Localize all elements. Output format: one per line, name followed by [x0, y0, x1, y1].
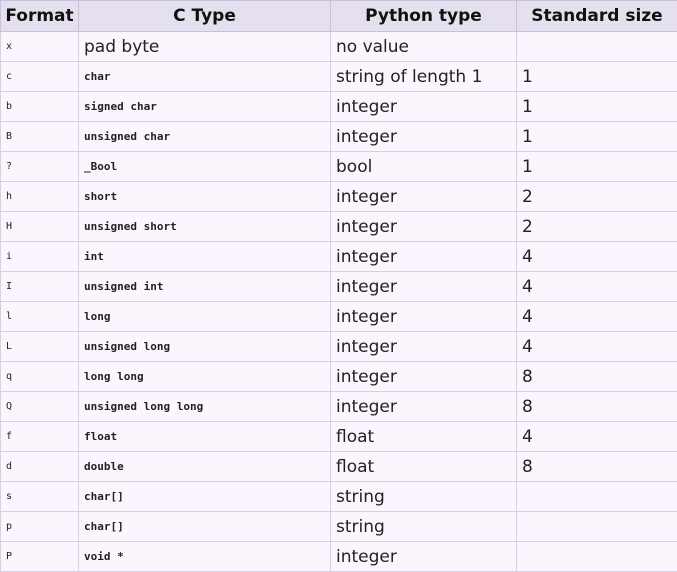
header-python-type: Python type [331, 1, 517, 32]
table-row: p char[] string [1, 512, 677, 542]
standard-size-cell: 8 [517, 392, 677, 422]
table-row: f float float 4 [1, 422, 677, 452]
python-type-cell: integer [331, 362, 517, 392]
table-row: H unsigned short integer 2 [1, 212, 677, 242]
table-header: Format C Type Python type Standard size [1, 1, 677, 32]
format-cell: Q [1, 392, 79, 422]
table-row: I unsigned int integer 4 [1, 272, 677, 302]
python-type-cell: integer [331, 542, 517, 572]
header-c-type: C Type [79, 1, 331, 32]
python-type-cell: no value [331, 32, 517, 62]
c-type-cell: short [79, 182, 331, 212]
standard-size-cell: 8 [517, 362, 677, 392]
format-cell: x [1, 32, 79, 62]
standard-size-cell: 1 [517, 62, 677, 92]
c-type-cell: pad byte [79, 32, 331, 62]
standard-size-cell: 1 [517, 152, 677, 182]
format-cell: I [1, 272, 79, 302]
c-type-cell: int [79, 242, 331, 272]
header-row: Format C Type Python type Standard size [1, 1, 677, 32]
c-type-cell: long [79, 302, 331, 332]
format-cell: s [1, 482, 79, 512]
format-cell: h [1, 182, 79, 212]
table-row: ? _Bool bool 1 [1, 152, 677, 182]
format-cell: b [1, 92, 79, 122]
standard-size-cell [517, 482, 677, 512]
table-row: x pad byte no value [1, 32, 677, 62]
python-type-cell: integer [331, 182, 517, 212]
python-type-cell: integer [331, 122, 517, 152]
format-cell: l [1, 302, 79, 332]
table-row: s char[] string [1, 482, 677, 512]
standard-size-cell: 4 [517, 422, 677, 452]
python-type-cell: integer [331, 332, 517, 362]
format-table: Format C Type Python type Standard size … [0, 0, 677, 572]
python-type-cell: float [331, 452, 517, 482]
table-row: L unsigned long integer 4 [1, 332, 677, 362]
format-cell: p [1, 512, 79, 542]
standard-size-cell: 4 [517, 332, 677, 362]
standard-size-cell [517, 32, 677, 62]
python-type-cell: integer [331, 302, 517, 332]
c-type-cell: unsigned char [79, 122, 331, 152]
c-type-cell: unsigned short [79, 212, 331, 242]
header-standard-size: Standard size [517, 1, 677, 32]
standard-size-cell: 1 [517, 92, 677, 122]
standard-size-cell: 4 [517, 302, 677, 332]
python-type-cell: integer [331, 212, 517, 242]
standard-size-cell: 4 [517, 242, 677, 272]
standard-size-cell [517, 542, 677, 572]
python-type-cell: float [331, 422, 517, 452]
format-cell: q [1, 362, 79, 392]
table-row: q long long integer 8 [1, 362, 677, 392]
table-row: l long integer 4 [1, 302, 677, 332]
table-body: x pad byte no value c char string of len… [1, 32, 677, 572]
python-type-cell: string [331, 512, 517, 542]
python-type-cell: string [331, 482, 517, 512]
header-format: Format [1, 1, 79, 32]
format-cell: i [1, 242, 79, 272]
table-row: b signed char integer 1 [1, 92, 677, 122]
c-type-cell: unsigned long long [79, 392, 331, 422]
format-cell: B [1, 122, 79, 152]
python-type-cell: integer [331, 272, 517, 302]
table-row: c char string of length 1 1 [1, 62, 677, 92]
standard-size-cell: 8 [517, 452, 677, 482]
c-type-cell: char[] [79, 512, 331, 542]
table-row: P void * integer [1, 542, 677, 572]
python-type-cell: integer [331, 242, 517, 272]
format-cell: L [1, 332, 79, 362]
format-cell: c [1, 62, 79, 92]
c-type-cell: unsigned long [79, 332, 331, 362]
c-type-cell: _Bool [79, 152, 331, 182]
standard-size-cell: 1 [517, 122, 677, 152]
standard-size-cell: 4 [517, 272, 677, 302]
table-row: h short integer 2 [1, 182, 677, 212]
python-type-cell: integer [331, 92, 517, 122]
python-type-cell: bool [331, 152, 517, 182]
c-type-cell: float [79, 422, 331, 452]
format-cell: ? [1, 152, 79, 182]
format-cell: P [1, 542, 79, 572]
c-type-cell: double [79, 452, 331, 482]
c-type-cell: char [79, 62, 331, 92]
table-row: d double float 8 [1, 452, 677, 482]
standard-size-cell [517, 512, 677, 542]
c-type-cell: char[] [79, 482, 331, 512]
c-type-cell: unsigned int [79, 272, 331, 302]
c-type-cell: long long [79, 362, 331, 392]
table-row: i int integer 4 [1, 242, 677, 272]
table-row: B unsigned char integer 1 [1, 122, 677, 152]
format-cell: H [1, 212, 79, 242]
standard-size-cell: 2 [517, 182, 677, 212]
python-type-cell: integer [331, 392, 517, 422]
table-row: Q unsigned long long integer 8 [1, 392, 677, 422]
format-cell: f [1, 422, 79, 452]
python-type-cell: string of length 1 [331, 62, 517, 92]
format-cell: d [1, 452, 79, 482]
standard-size-cell: 2 [517, 212, 677, 242]
c-type-cell: signed char [79, 92, 331, 122]
c-type-cell: void * [79, 542, 331, 572]
